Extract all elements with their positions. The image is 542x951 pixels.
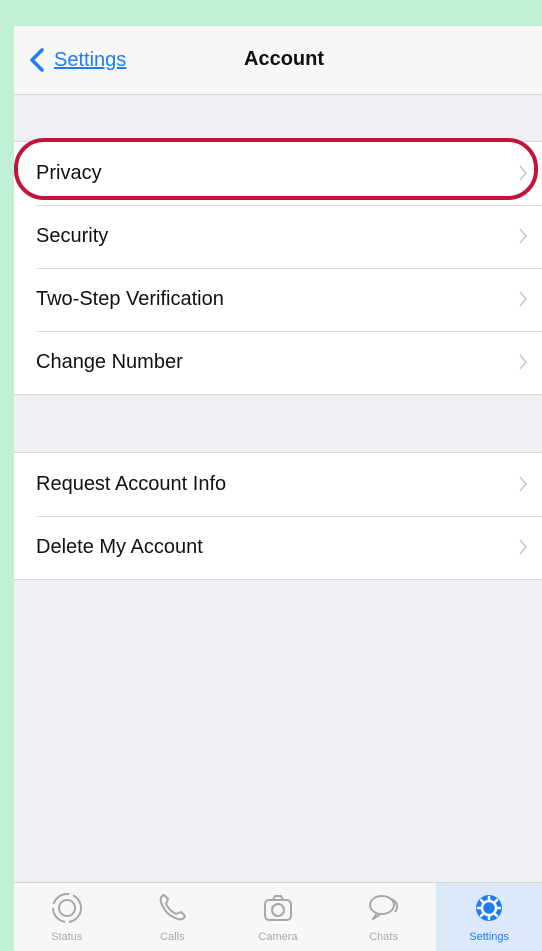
- list-item-request-account-info[interactable]: Request Account Info: [14, 453, 542, 516]
- tab-camera[interactable]: Camera: [225, 883, 331, 951]
- gear-icon: [476, 895, 503, 921]
- chevron-right-icon: [519, 354, 528, 370]
- tab-settings[interactable]: Settings: [436, 883, 542, 951]
- back-button[interactable]: Settings: [24, 44, 126, 76]
- chevron-right-icon: [519, 165, 528, 181]
- chevron-right-icon: [519, 539, 528, 555]
- list-item-label: Delete My Account: [36, 536, 203, 558]
- list-item-change-number[interactable]: Change Number: [14, 331, 542, 394]
- list-item-label: Request Account Info: [36, 473, 227, 495]
- camera-icon: [263, 895, 292, 921]
- status-icon: [51, 893, 82, 923]
- tab-status[interactable]: Status: [14, 883, 120, 951]
- tab-label: Chats: [369, 931, 398, 943]
- account-section-main: Privacy Security Two-Step Verification C…: [14, 141, 542, 395]
- list-item-label: Security: [36, 225, 109, 247]
- tab-chats[interactable]: Chats: [331, 883, 437, 951]
- tab-label: Calls: [160, 931, 185, 943]
- account-screen: Settings Account Privacy Security Two-St…: [14, 26, 542, 951]
- list-item-security[interactable]: Security: [14, 205, 542, 268]
- account-section-data: Request Account Info Delete My Account: [14, 452, 542, 580]
- navigation-bar: Settings Account: [14, 26, 542, 95]
- list-item-privacy[interactable]: Privacy: [14, 142, 542, 205]
- phone-icon: [160, 894, 187, 921]
- tab-label: Camera: [258, 931, 298, 943]
- chevron-right-icon: [519, 228, 528, 244]
- tab-bar: Status Calls Camera Chats Settings: [14, 882, 542, 951]
- back-button-label: Settings: [54, 48, 127, 71]
- chevron-left-icon: [30, 48, 44, 72]
- tab-label: Settings: [469, 931, 510, 943]
- list-item-label: Two-Step Verification: [36, 288, 224, 310]
- chat-bubbles-icon: [368, 895, 398, 920]
- list-item-two-step-verification[interactable]: Two-Step Verification: [14, 268, 542, 331]
- list-item-delete-my-account[interactable]: Delete My Account: [14, 516, 542, 579]
- list-item-label: Change Number: [36, 351, 183, 373]
- list-item-label: Privacy: [36, 162, 102, 184]
- chevron-right-icon: [519, 291, 528, 307]
- tab-label: Status: [51, 931, 83, 943]
- chevron-right-icon: [519, 476, 528, 492]
- tab-calls[interactable]: Calls: [120, 883, 226, 951]
